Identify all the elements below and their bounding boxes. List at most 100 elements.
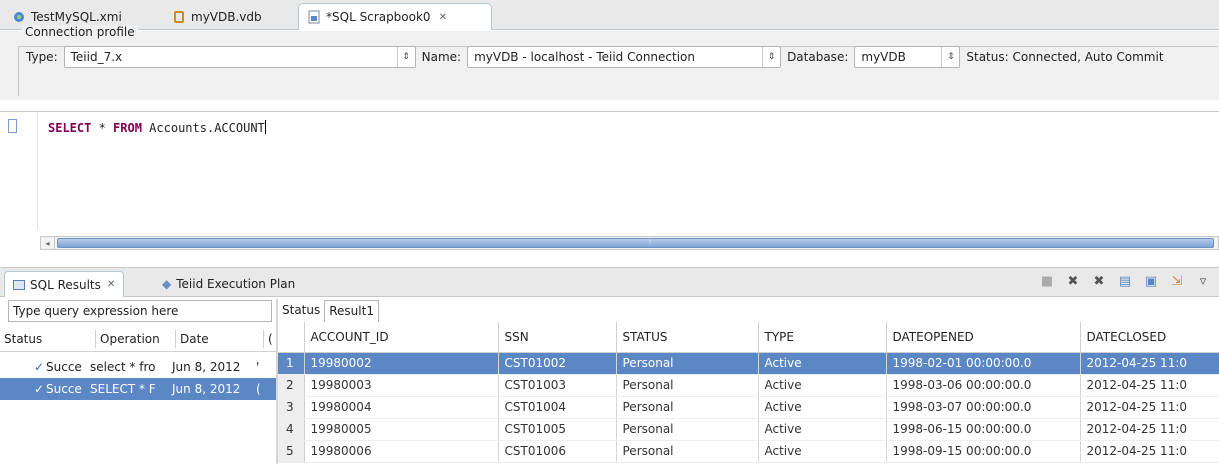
scrollbar-thumb[interactable] xyxy=(57,238,1214,248)
table-row[interactable]: 2 19980003 CST01003 Personal Active 1998… xyxy=(278,374,1219,397)
tab-sql-results[interactable]: SQL Results ✕ xyxy=(4,271,125,297)
tab-result1[interactable]: Result1 xyxy=(324,300,379,322)
row-number: 2 xyxy=(278,374,305,397)
history-more: ' xyxy=(256,360,260,374)
result-subtabs: Status Result1 xyxy=(278,300,379,322)
cell-ssn[interactable]: CST01005 xyxy=(498,418,617,441)
results-tab-strip: SQL Results ✕ ◆ Teiid Execution Plan ■ ✖… xyxy=(0,267,1219,297)
result-grid: ACCOUNT_ID SSN STATUS TYPE DATEOPENED DA… xyxy=(278,322,1219,463)
pin-icon[interactable]: ⇲ xyxy=(1169,274,1185,289)
cell-dateopened[interactable]: 1998-03-07 00:00:00.0 xyxy=(886,396,1081,419)
column-header[interactable]: DATEOPENED xyxy=(886,322,1081,353)
cell-dateopened[interactable]: 1998-03-06 00:00:00.0 xyxy=(886,374,1081,397)
column-header[interactable]: STATUS xyxy=(616,322,759,353)
column-header[interactable]: TYPE xyxy=(758,322,887,353)
type-select[interactable]: Teiid_7.x ⇕ xyxy=(63,46,416,68)
cell-type[interactable]: Active xyxy=(758,418,887,441)
cell-dateclosed[interactable]: 2012-04-25 11:0 xyxy=(1080,352,1219,375)
cell-type[interactable]: Active xyxy=(758,396,887,419)
cell-dateclosed[interactable]: 2012-04-25 11:0 xyxy=(1080,440,1219,463)
cell-account-id[interactable]: 19980003 xyxy=(304,374,499,397)
cell-status[interactable]: Personal xyxy=(616,374,759,397)
model-icon xyxy=(12,10,26,24)
history-col-operation[interactable]: Operation xyxy=(96,329,176,348)
editor-tab-strip: TestMySQL.xmi myVDB.vdb *SQL Scrapbook0 … xyxy=(0,0,1219,30)
cell-ssn[interactable]: CST01003 xyxy=(498,374,617,397)
cell-dateopened[interactable]: 1998-09-15 00:00:00.0 xyxy=(886,440,1081,463)
database-label: Database: xyxy=(787,50,849,64)
remove-icon[interactable]: ✖ xyxy=(1065,274,1081,289)
cell-type[interactable]: Active xyxy=(758,352,887,375)
close-icon[interactable]: ✕ xyxy=(107,279,115,290)
tab-status[interactable]: Status xyxy=(278,300,324,322)
cell-type[interactable]: Active xyxy=(758,440,887,463)
cell-dateclosed[interactable]: 2012-04-25 11:0 xyxy=(1080,374,1219,397)
cell-dateclosed[interactable]: 2012-04-25 11:0 xyxy=(1080,396,1219,419)
cell-dateopened[interactable]: 1998-06-15 00:00:00.0 xyxy=(886,418,1081,441)
type-label: Type: xyxy=(26,50,58,64)
column-header[interactable]: DATECLOSED xyxy=(1080,322,1219,353)
cell-account-id[interactable]: 19980006 xyxy=(304,440,499,463)
sql-file-icon xyxy=(307,10,321,24)
table-row[interactable]: 4 19980005 CST01005 Personal Active 1998… xyxy=(278,418,1219,441)
grid-header-row: ACCOUNT_ID SSN STATUS TYPE DATEOPENED DA… xyxy=(278,322,1219,353)
vdb-icon xyxy=(172,10,186,24)
history-row-selected[interactable]: ✓ Succe SELECT * F Jun 8, 2012 ( xyxy=(0,378,276,400)
menu-icon[interactable]: ▿ xyxy=(1195,274,1211,289)
history-col-more[interactable]: ( xyxy=(264,330,276,348)
table-row[interactable]: 5 19980006 CST01006 Personal Active 1998… xyxy=(278,440,1219,463)
sql-editor[interactable]: SELECT * FROM Accounts.ACCOUNT ◂ ⦙ xyxy=(0,111,1219,251)
cell-ssn[interactable]: CST01006 xyxy=(498,440,617,463)
grip-icon: ⦙ xyxy=(649,237,651,246)
cell-dateopened[interactable]: 1998-02-01 00:00:00.0 xyxy=(886,352,1081,375)
tab-myvdb[interactable]: myVDB.vdb xyxy=(164,3,272,30)
export-icon[interactable]: ▤ xyxy=(1117,274,1133,289)
tab-label: Teiid Execution Plan xyxy=(176,277,296,291)
row-number: 1 xyxy=(278,352,305,375)
cell-account-id[interactable]: 19980005 xyxy=(304,418,499,441)
sql-text[interactable]: SELECT * FROM Accounts.ACCOUNT xyxy=(48,120,266,135)
text-caret xyxy=(264,120,266,134)
tab-label: TestMySQL.xmi xyxy=(31,9,122,24)
column-header[interactable]: SSN xyxy=(498,322,617,353)
cell-type[interactable]: Active xyxy=(758,374,887,397)
grid-corner xyxy=(278,322,305,353)
results-toolbar: ■ ✖ ✖ ▤ ▣ ⇲ ▿ xyxy=(1039,274,1211,289)
chevron-updown-icon: ⇕ xyxy=(396,47,415,67)
history-row[interactable]: ✓ Succe select * fro Jun 8, 2012 ' xyxy=(0,356,276,378)
table-row[interactable]: 1 19980002 CST01002 Personal Active 1998… xyxy=(278,352,1219,375)
column-header[interactable]: ACCOUNT_ID xyxy=(304,322,499,353)
name-select[interactable]: myVDB - localhost - Teiid Connection ⇕ xyxy=(467,46,782,68)
cell-ssn[interactable]: CST01004 xyxy=(498,396,617,419)
cell-status[interactable]: Personal xyxy=(616,352,759,375)
tab-sql-scrapbook[interactable]: *SQL Scrapbook0 ✕ xyxy=(298,3,492,30)
tab-label: SQL Results xyxy=(30,277,101,292)
save-icon[interactable]: ▣ xyxy=(1143,274,1159,289)
cell-account-id[interactable]: 19980004 xyxy=(304,396,499,419)
cell-account-id[interactable]: 19980002 xyxy=(304,352,499,375)
query-filter-input[interactable]: Type query expression here xyxy=(8,300,272,322)
remove-all-icon[interactable]: ✖ xyxy=(1091,274,1107,289)
history-col-status[interactable]: Status xyxy=(0,329,96,348)
stop-icon[interactable]: ■ xyxy=(1039,274,1055,289)
horizontal-scrollbar[interactable]: ◂ ⦙ xyxy=(40,236,1219,250)
name-label: Name: xyxy=(421,50,462,64)
history-status: Succe xyxy=(46,382,82,396)
scroll-left-icon[interactable]: ◂ xyxy=(41,237,55,249)
cell-status[interactable]: Personal xyxy=(616,418,759,441)
chevron-updown-icon: ⇕ xyxy=(762,47,780,67)
history-operation: select * fro xyxy=(90,360,156,374)
database-select[interactable]: myVDB ⇕ xyxy=(854,46,961,68)
history-more: ( xyxy=(256,382,261,396)
cell-ssn[interactable]: CST01002 xyxy=(498,352,617,375)
cell-dateclosed[interactable]: 2012-04-25 11:0 xyxy=(1080,418,1219,441)
history-date: Jun 8, 2012 xyxy=(172,360,241,374)
row-number: 4 xyxy=(278,418,305,441)
history-col-date[interactable]: Date xyxy=(176,329,264,348)
cell-status[interactable]: Personal xyxy=(616,396,759,419)
tab-teiid-execution-plan[interactable]: ◆ Teiid Execution Plan xyxy=(154,271,303,297)
table-row[interactable]: 3 19980004 CST01004 Personal Active 1998… xyxy=(278,396,1219,419)
close-icon[interactable]: ✕ xyxy=(439,12,447,23)
check-icon: ✓ xyxy=(34,360,45,374)
cell-status[interactable]: Personal xyxy=(616,440,759,463)
